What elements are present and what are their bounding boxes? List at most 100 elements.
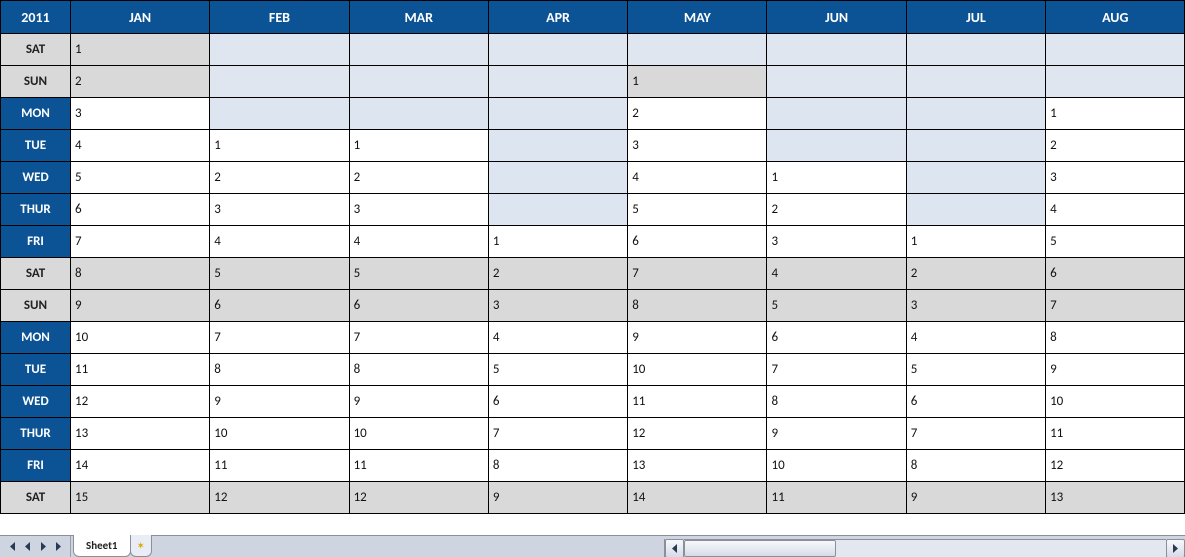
calendar-cell[interactable]: 11 xyxy=(210,450,349,482)
calendar-cell[interactable] xyxy=(488,34,627,66)
day-of-week-label[interactable]: MON xyxy=(1,322,71,354)
day-of-week-label[interactable]: THUR xyxy=(1,194,71,226)
calendar-cell[interactable]: 6 xyxy=(767,322,906,354)
calendar-cell[interactable]: 3 xyxy=(349,194,488,226)
calendar-cell[interactable] xyxy=(906,130,1045,162)
calendar-cell[interactable] xyxy=(767,34,906,66)
calendar-cell[interactable]: 5 xyxy=(488,354,627,386)
calendar-cell[interactable] xyxy=(906,66,1045,98)
calendar-cell[interactable]: 2 xyxy=(71,66,210,98)
calendar-cell[interactable] xyxy=(488,194,627,226)
calendar-cell[interactable] xyxy=(906,162,1045,194)
calendar-cell[interactable]: 10 xyxy=(767,450,906,482)
year-header[interactable]: 2011 xyxy=(1,1,71,34)
calendar-cell[interactable]: 9 xyxy=(906,482,1045,514)
calendar-table[interactable]: 2011 JAN FEB MAR APR MAY JUN JUL AUG SAT… xyxy=(0,0,1185,514)
month-header-apr[interactable]: APR xyxy=(488,1,627,34)
calendar-cell[interactable]: 2 xyxy=(628,98,767,130)
calendar-cell[interactable]: 3 xyxy=(628,130,767,162)
month-header-jan[interactable]: JAN xyxy=(71,1,210,34)
calendar-cell[interactable]: 11 xyxy=(628,386,767,418)
calendar-cell[interactable] xyxy=(628,34,767,66)
calendar-cell[interactable]: 2 xyxy=(1046,130,1185,162)
calendar-cell[interactable]: 7 xyxy=(628,258,767,290)
calendar-cell[interactable]: 5 xyxy=(349,258,488,290)
calendar-cell[interactable]: 8 xyxy=(906,450,1045,482)
calendar-cell[interactable]: 7 xyxy=(71,226,210,258)
calendar-cell[interactable]: 9 xyxy=(349,386,488,418)
calendar-cell[interactable]: 10 xyxy=(349,418,488,450)
calendar-cell[interactable] xyxy=(210,66,349,98)
calendar-cell[interactable]: 5 xyxy=(906,354,1045,386)
scroll-right-button[interactable] xyxy=(1166,539,1185,557)
calendar-cell[interactable] xyxy=(488,130,627,162)
calendar-cell[interactable] xyxy=(210,98,349,130)
calendar-cell[interactable]: 7 xyxy=(349,322,488,354)
calendar-cell[interactable] xyxy=(906,194,1045,226)
calendar-cell[interactable] xyxy=(349,98,488,130)
calendar-cell[interactable]: 9 xyxy=(1046,354,1185,386)
calendar-cell[interactable]: 3 xyxy=(767,226,906,258)
calendar-cell[interactable]: 6 xyxy=(71,194,210,226)
horizontal-scrollbar[interactable] xyxy=(664,539,1185,557)
calendar-cell[interactable]: 1 xyxy=(349,130,488,162)
calendar-cell[interactable]: 4 xyxy=(488,322,627,354)
calendar-cell[interactable]: 3 xyxy=(488,290,627,322)
calendar-cell[interactable]: 13 xyxy=(628,450,767,482)
day-of-week-label[interactable]: FRI xyxy=(1,450,71,482)
calendar-cell[interactable]: 3 xyxy=(71,98,210,130)
prev-sheet-button[interactable] xyxy=(20,540,34,554)
calendar-cell[interactable]: 1 xyxy=(767,162,906,194)
month-header-aug[interactable]: AUG xyxy=(1046,1,1185,34)
day-of-week-label[interactable]: MON xyxy=(1,98,71,130)
calendar-cell[interactable]: 7 xyxy=(210,322,349,354)
month-header-jun[interactable]: JUN xyxy=(767,1,906,34)
calendar-cell[interactable]: 4 xyxy=(628,162,767,194)
calendar-cell[interactable] xyxy=(349,66,488,98)
calendar-cell[interactable]: 4 xyxy=(767,258,906,290)
calendar-cell[interactable]: 6 xyxy=(906,386,1045,418)
calendar-cell[interactable]: 6 xyxy=(1046,258,1185,290)
month-header-mar[interactable]: MAR xyxy=(349,1,488,34)
calendar-cell[interactable] xyxy=(349,34,488,66)
new-sheet-tab[interactable]: ✶ xyxy=(130,535,152,557)
calendar-cell[interactable]: 5 xyxy=(767,290,906,322)
calendar-cell[interactable]: 8 xyxy=(71,258,210,290)
calendar-cell[interactable]: 13 xyxy=(1046,482,1185,514)
calendar-cell[interactable]: 7 xyxy=(1046,290,1185,322)
calendar-cell[interactable]: 3 xyxy=(906,290,1045,322)
calendar-cell[interactable]: 2 xyxy=(210,162,349,194)
calendar-cell[interactable]: 10 xyxy=(1046,386,1185,418)
calendar-cell[interactable]: 8 xyxy=(488,450,627,482)
calendar-cell[interactable]: 4 xyxy=(1046,194,1185,226)
calendar-cell[interactable] xyxy=(906,98,1045,130)
month-header-may[interactable]: MAY xyxy=(628,1,767,34)
calendar-cell[interactable]: 5 xyxy=(628,194,767,226)
scroll-track[interactable] xyxy=(684,539,1166,557)
day-of-week-label[interactable]: SUN xyxy=(1,290,71,322)
calendar-cell[interactable] xyxy=(767,66,906,98)
calendar-cell[interactable] xyxy=(1046,66,1185,98)
calendar-cell[interactable] xyxy=(488,162,627,194)
calendar-cell[interactable]: 6 xyxy=(210,290,349,322)
calendar-cell[interactable]: 9 xyxy=(71,290,210,322)
calendar-cell[interactable]: 11 xyxy=(767,482,906,514)
calendar-cell[interactable]: 8 xyxy=(628,290,767,322)
calendar-cell[interactable]: 9 xyxy=(210,386,349,418)
day-of-week-label[interactable]: SAT xyxy=(1,34,71,66)
day-of-week-label[interactable]: WED xyxy=(1,386,71,418)
calendar-cell[interactable]: 10 xyxy=(210,418,349,450)
calendar-cell[interactable]: 1 xyxy=(71,34,210,66)
calendar-cell[interactable]: 1 xyxy=(906,226,1045,258)
calendar-cell[interactable]: 12 xyxy=(71,386,210,418)
calendar-cell[interactable]: 5 xyxy=(71,162,210,194)
calendar-cell[interactable]: 8 xyxy=(210,354,349,386)
calendar-cell[interactable]: 7 xyxy=(906,418,1045,450)
day-of-week-label[interactable]: SAT xyxy=(1,482,71,514)
next-sheet-button[interactable] xyxy=(36,540,50,554)
day-of-week-label[interactable]: FRI xyxy=(1,226,71,258)
month-header-jul[interactable]: JUL xyxy=(906,1,1045,34)
calendar-cell[interactable]: 8 xyxy=(1046,322,1185,354)
calendar-cell[interactable]: 15 xyxy=(71,482,210,514)
day-of-week-label[interactable]: TUE xyxy=(1,354,71,386)
